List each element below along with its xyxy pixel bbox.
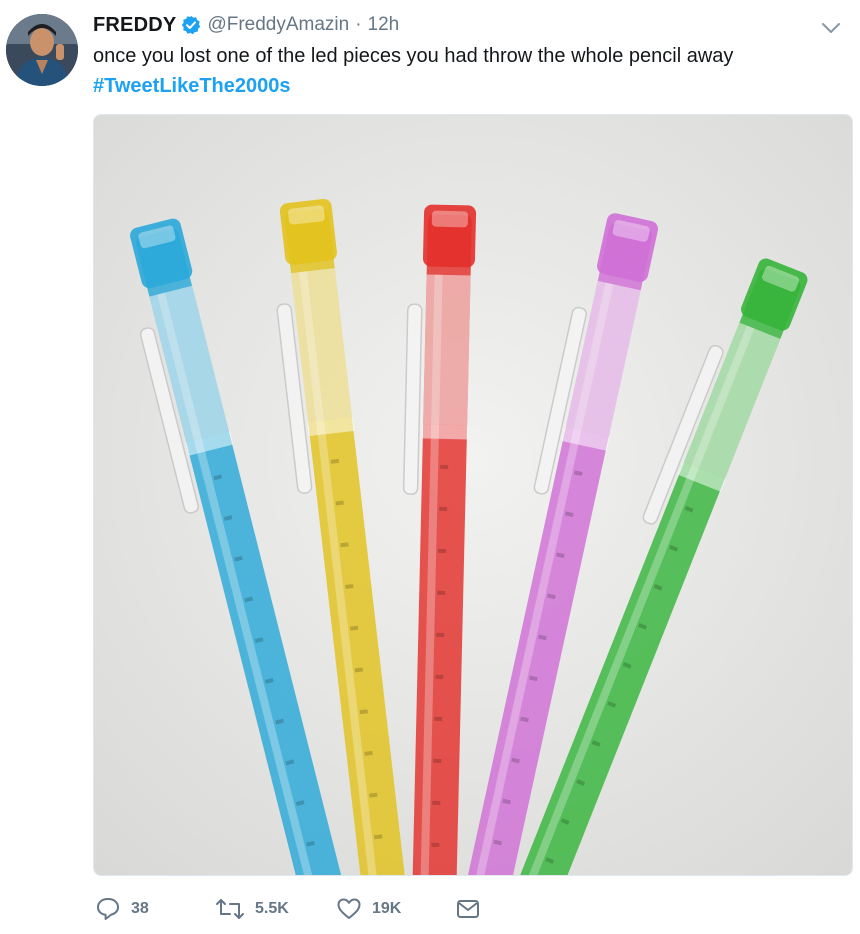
tweet: FREDDY @FreddyAmazin · 12h once you lost…: [0, 0, 860, 934]
tweet-header: FREDDY @FreddyAmazin · 12h: [93, 12, 399, 38]
reply-count: 38: [131, 900, 149, 917]
reply-button[interactable]: 38: [95, 892, 149, 926]
heart-icon: [337, 898, 361, 919]
avatar[interactable]: [6, 14, 78, 86]
like-button[interactable]: 19K: [336, 892, 401, 926]
more-options-button[interactable]: [819, 16, 843, 40]
display-name[interactable]: FREDDY: [93, 14, 176, 37]
avatar-photo: [6, 14, 78, 86]
verified-badge-icon: [181, 15, 201, 35]
timestamp[interactable]: 12h: [368, 14, 400, 36]
tweet-text: once you lost one of the led pieces you …: [93, 45, 734, 67]
direct-message-button[interactable]: [455, 892, 481, 926]
envelope-icon: [457, 900, 479, 918]
retweet-button[interactable]: 5.5K: [215, 892, 289, 926]
tweet-actions: 38 5.5K 19K: [93, 892, 593, 926]
reply-icon: [97, 898, 119, 920]
hashtag-link[interactable]: #TweetLikeThe2000s: [93, 72, 291, 100]
separator-dot: ·: [355, 14, 362, 35]
like-count: 19K: [372, 900, 402, 917]
chevron-down-icon: [822, 23, 840, 33]
retweet-count: 5.5K: [255, 900, 289, 917]
user-handle[interactable]: @FreddyAmazin: [207, 14, 349, 36]
mechanical-pencils-photo: [94, 115, 852, 875]
tweet-photo[interactable]: [93, 114, 853, 876]
retweet-icon: [216, 899, 244, 919]
